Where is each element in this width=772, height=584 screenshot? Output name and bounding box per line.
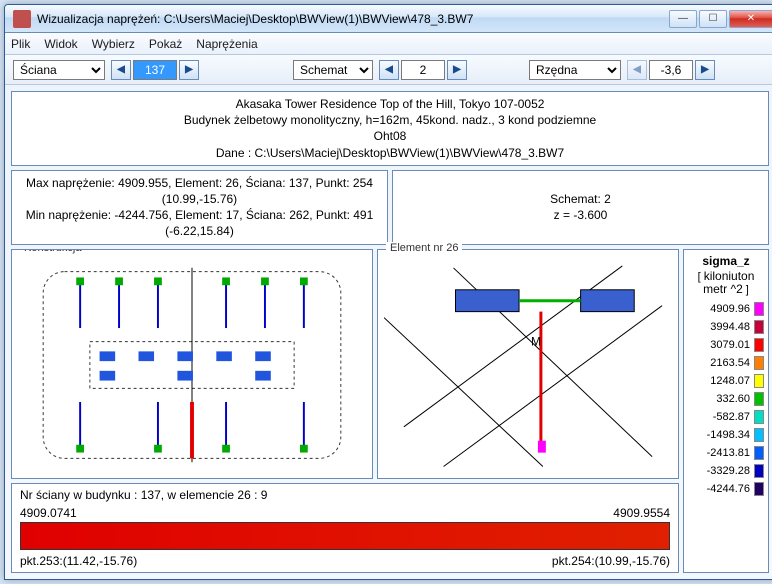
menu-pokaz[interactable]: Pokaż — [149, 37, 182, 51]
legend-row: 1248.07 — [686, 374, 766, 388]
legend-swatch — [754, 392, 764, 406]
stats-panel: Max naprężenie: 4909.955, Element: 26, Ś… — [11, 170, 388, 245]
legend-value: -4244.76 — [707, 483, 750, 495]
legend-value: -3329.28 — [707, 465, 750, 477]
legend-value: -582.87 — [713, 411, 750, 423]
element-drawing[interactable]: M — [384, 258, 672, 476]
rzedna-value[interactable]: -3,6 — [649, 60, 693, 80]
header-line-3: Oht08 — [20, 128, 760, 144]
schemat-next-button[interactable]: ▶ — [447, 60, 467, 80]
legend-swatch — [754, 302, 764, 316]
legend-row: -4244.76 — [686, 482, 766, 496]
legend-swatch — [754, 464, 764, 478]
gradient-bar — [20, 522, 670, 550]
gradient-value-right: 4909.9554 — [613, 506, 670, 520]
min-stress: Min naprężenie: -4244.756, Element: 17, … — [20, 207, 379, 239]
legend-value: -1498.34 — [707, 429, 750, 441]
legend-title: sigma_z — [702, 254, 749, 268]
legend-value: 4909.96 — [710, 303, 750, 315]
header-line-1: Akasaka Tower Residence Top of the Hill,… — [20, 96, 760, 112]
sciana-value[interactable]: 137 — [133, 60, 177, 80]
schemat-prev-button[interactable]: ◀ — [379, 60, 399, 80]
maximize-button[interactable]: ☐ — [699, 10, 727, 28]
legend-row: -582.87 — [686, 410, 766, 424]
client-area: Akasaka Tower Residence Top of the Hill,… — [5, 85, 772, 579]
legend-swatch — [754, 428, 764, 442]
menu-naprezenia[interactable]: Naprężenia — [196, 37, 257, 51]
legend-row: 2163.54 — [686, 356, 766, 370]
app-window: Wizualizacja naprężeń: C:\Users\Maciej\D… — [4, 4, 772, 580]
legend-value: 2163.54 — [710, 357, 750, 369]
element-group: Element nr 26 — [377, 249, 679, 479]
legend-row: 332.60 — [686, 392, 766, 406]
max-stress: Max naprężenie: 4909.955, Element: 26, Ś… — [20, 175, 379, 207]
legend-row: -3329.28 — [686, 464, 766, 478]
minimize-button[interactable]: — — [669, 10, 697, 28]
rzedna-next-button[interactable]: ▶ — [695, 60, 715, 80]
close-button[interactable]: ✕ — [729, 10, 772, 28]
select-rzedna[interactable]: Rzędna — [529, 60, 621, 80]
select-schemat[interactable]: Schemat — [293, 60, 373, 80]
legend-value: 332.60 — [716, 393, 750, 405]
svg-text:M: M — [531, 334, 541, 348]
select-sciana[interactable]: Ściana — [13, 60, 105, 80]
legend-row: -1498.34 — [686, 428, 766, 442]
legend-panel: sigma_z [ kiloniutonmetr ^2 ] 4909.96 399… — [683, 249, 769, 573]
legend-value: 3079.01 — [710, 339, 750, 351]
legend-value: -2413.81 — [707, 447, 750, 459]
legend-row: -2413.81 — [686, 446, 766, 460]
element-title: Element nr 26 — [386, 242, 462, 254]
legend-swatch — [754, 320, 764, 334]
header-line-2: Budynek żelbetowy monolityczny, h=162m, … — [20, 112, 760, 128]
legend-swatch — [754, 374, 764, 388]
konstrukcja-title: Konstrukcja — [20, 249, 85, 254]
titlebar[interactable]: Wizualizacja naprężeń: C:\Users\Maciej\D… — [5, 5, 772, 33]
legend-row: 4909.96 — [686, 302, 766, 316]
legend-row: 3994.48 — [686, 320, 766, 334]
header-line-4: Dane : C:\Users\Maciej\Desktop\BWView(1)… — [20, 145, 760, 161]
legend-value: 1248.07 — [710, 375, 750, 387]
konstrukcja-group: Konstrukcja — [11, 249, 373, 479]
gradient-value-left: 4909.0741 — [20, 506, 77, 520]
legend-row: 3079.01 — [686, 338, 766, 352]
menu-wybierz[interactable]: Wybierz — [92, 37, 135, 51]
legend-value: 3994.48 — [710, 321, 750, 333]
menu-plik[interactable]: Plik — [11, 37, 30, 51]
rzedna-prev-button[interactable]: ◀ — [627, 60, 647, 80]
header-panel: Akasaka Tower Residence Top of the Hill,… — [11, 91, 769, 166]
menu-widok[interactable]: Widok — [44, 37, 77, 51]
legend-swatch — [754, 410, 764, 424]
z-label: z = -3.600 — [401, 207, 760, 223]
legend-swatch — [754, 446, 764, 460]
legend-swatch — [754, 356, 764, 370]
wall-info: Nr ściany w budynku : 137, w elemencie 2… — [20, 488, 670, 502]
window-title: Wizualizacja naprężeń: C:\Users\Maciej\D… — [37, 12, 667, 26]
sciana-next-button[interactable]: ▶ — [179, 60, 199, 80]
point-left: pkt.253:(11.42,-15.76) — [20, 554, 137, 568]
legend-swatch — [754, 338, 764, 352]
floorplan-drawing[interactable] — [18, 258, 366, 472]
legend-unit: [ kiloniutonmetr ^2 ] — [698, 270, 755, 296]
schemat-value[interactable]: 2 — [401, 60, 445, 80]
scheme-label: Schemat: 2 — [401, 191, 760, 207]
sciana-prev-button[interactable]: ◀ — [111, 60, 131, 80]
wall-info-panel: Nr ściany w budynku : 137, w elemencie 2… — [11, 483, 679, 573]
menubar: Plik Widok Wybierz Pokaż Naprężenia — [5, 33, 772, 55]
scheme-panel: Schemat: 2 z = -3.600 — [392, 170, 769, 245]
point-right: pkt.254:(10.99,-15.76) — [552, 554, 670, 568]
legend-swatch — [754, 482, 764, 496]
toolbar: Ściana ◀ 137 ▶ Schemat ◀ 2 ▶ Rzędna ◀ -3… — [5, 55, 772, 85]
app-icon — [13, 10, 31, 28]
